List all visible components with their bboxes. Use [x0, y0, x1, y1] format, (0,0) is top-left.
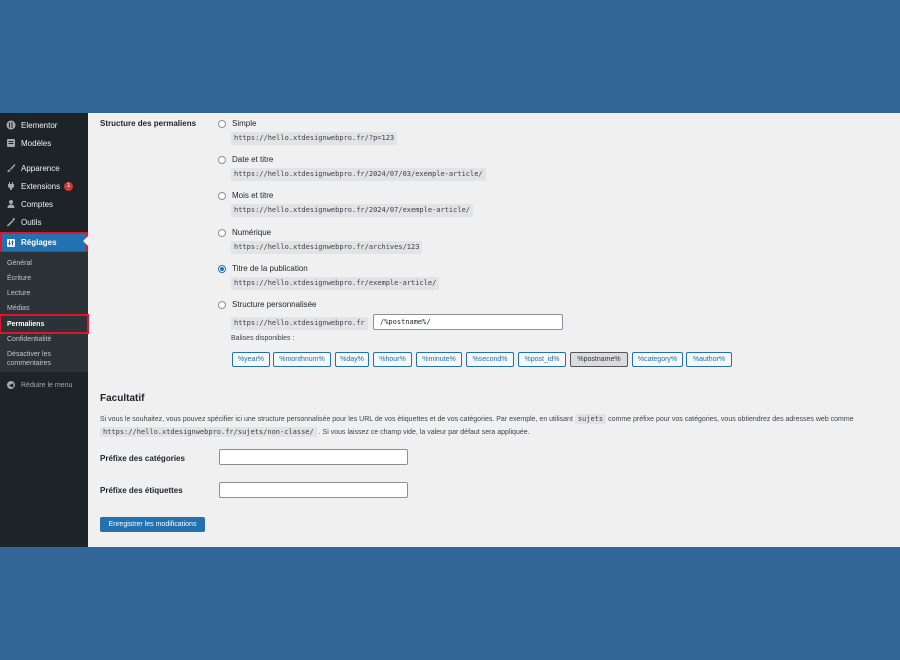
option-date-titre[interactable]: Date et titre [218, 155, 273, 164]
plugin-icon [6, 181, 16, 191]
custom-structure-input[interactable]: /%postname%/ [373, 314, 563, 330]
submenu-item-general[interactable]: Général [0, 259, 88, 268]
collapse-menu-button[interactable]: ◀ Réduire le menu [0, 378, 88, 392]
option-numerique[interactable]: Numérique [218, 228, 271, 237]
radio-date-titre[interactable] [218, 155, 226, 164]
optional-description: Si vous le souhaitez, vous pouvez spécif… [100, 413, 900, 439]
sidebar-item-elementor[interactable]: Elementor [0, 116, 88, 134]
sidebar-item-outils[interactable]: Outils [0, 213, 88, 231]
settings-submenu: Général Écriture Lecture Médias Permalie… [0, 252, 89, 372]
brush-icon [6, 163, 16, 173]
tag-button-minute[interactable]: %minute% [416, 352, 462, 367]
sidebar-item-label: Outils [21, 217, 42, 227]
update-count-badge: 1 [64, 181, 74, 191]
sidebar-item-comptes[interactable]: Comptes [0, 195, 88, 213]
settings-icon [6, 238, 16, 248]
description-text: . Si vous laissez ce champ vide, la vale… [318, 429, 530, 436]
sidebar-item-label: Apparence [21, 163, 60, 173]
option-label: Numérique [232, 228, 272, 237]
description-code: https://hello.xtdesignwebpro.fr/sujets/n… [100, 427, 317, 437]
collapse-arrow-icon: ◀ [7, 381, 15, 389]
example-url: https://hello.xtdesignwebpro.fr/?p=123 [231, 132, 398, 145]
example-url: https://hello.xtdesignwebpro.fr/exemple-… [231, 277, 440, 290]
submenu-item-medias[interactable]: Médias [0, 304, 88, 313]
description-text: Si vous le souhaitez, vous pouvez spécif… [100, 416, 573, 423]
collapse-menu-label: Réduire le menu [21, 381, 73, 389]
option-label: Date et titre [232, 155, 274, 164]
sidebar-item-reglages[interactable]: Réglages [0, 232, 88, 253]
sidebar-item-label: Elementor [21, 120, 58, 130]
sidebar-item-label: Comptes [21, 199, 54, 209]
sidebar-item-apparence[interactable]: Apparence [0, 159, 88, 177]
submenu-item-permaliens[interactable]: Permaliens [0, 314, 89, 334]
tag-button-year[interactable]: %year% [232, 352, 270, 367]
sidebar-item-label: Réglages [21, 238, 57, 247]
tag-prefix-input[interactable] [219, 482, 408, 498]
available-tags-label: Balises disponibles : [231, 335, 295, 342]
radio-titre-publication[interactable] [218, 264, 226, 273]
example-url: https://hello.xtdesignwebpro.fr/2024/07/… [231, 204, 474, 217]
save-changes-button[interactable]: Enregistrer les modifications [100, 517, 205, 532]
radio-numerique[interactable] [218, 228, 226, 237]
option-label: Titre de la publication [232, 264, 308, 273]
option-structure-personnalisee[interactable]: Structure personnalisée [218, 300, 317, 309]
option-label: Simple [232, 119, 257, 128]
settings-main: Structure des permaliens Simple https://… [88, 113, 900, 547]
permalink-structure-heading: Structure des permaliens [100, 119, 197, 128]
submenu-item-ecriture[interactable]: Écriture [0, 274, 88, 283]
templates-icon [6, 138, 16, 148]
tag-button-postname[interactable]: %postname% [570, 352, 628, 367]
tag-button-second[interactable]: %second% [466, 352, 514, 367]
radio-simple[interactable] [218, 119, 226, 128]
custom-structure-prefix: https://hello.xtdesignwebpro.fr [231, 317, 368, 330]
user-icon [6, 199, 16, 209]
sidebar-item-label: Modèles [21, 138, 52, 148]
tag-button-post-id[interactable]: %post_id% [518, 352, 566, 367]
example-url: https://hello.xtdesignwebpro.fr/archives… [231, 241, 423, 254]
wrench-icon [6, 217, 16, 227]
radio-mois-titre[interactable] [218, 191, 226, 200]
category-prefix-label: Préfixe des catégories [100, 454, 185, 463]
tag-button-day[interactable]: %day% [335, 352, 369, 367]
tag-button-hour[interactable]: %hour% [373, 352, 412, 367]
description-code: sujets [574, 414, 607, 424]
option-mois-titre[interactable]: Mois et titre [218, 191, 273, 200]
sidebar-item-label: Extensions [21, 181, 61, 191]
elementor-icon [6, 120, 16, 130]
category-prefix-input[interactable] [219, 449, 408, 465]
tag-button-author[interactable]: %author% [686, 352, 732, 367]
tag-prefix-label: Préfixe des étiquettes [100, 486, 183, 495]
description-text: comme préfixe pour vos catégories, vous … [608, 416, 854, 423]
option-simple[interactable]: Simple [218, 119, 256, 128]
example-url: https://hello.xtdesignwebpro.fr/2024/07/… [231, 168, 486, 181]
radio-structure-personnalisee[interactable] [218, 300, 226, 309]
option-label: Mois et titre [232, 191, 274, 200]
sidebar-item-extensions[interactable]: Extensions 1 [0, 177, 88, 195]
submenu-item-confidentialite[interactable]: Confidentialité [0, 335, 88, 344]
submenu-item-desactiver-commentaires[interactable]: Désactiver les commentaires [0, 350, 70, 368]
tag-button-monthnum[interactable]: %monthnum% [273, 352, 331, 367]
admin-sidebar: Elementor Modèles Apparence Extensions 1 [0, 113, 89, 547]
option-label: Structure personnalisée [232, 300, 317, 309]
tag-button-category[interactable]: %category% [632, 352, 683, 367]
submenu-item-lecture[interactable]: Lecture [0, 289, 88, 298]
sidebar-item-modeles[interactable]: Modèles [0, 134, 88, 152]
optional-heading: Facultatif [100, 393, 145, 404]
option-titre-publication[interactable]: Titre de la publication [218, 264, 308, 273]
admin-screenshot: Elementor Modèles Apparence Extensions 1 [0, 113, 900, 547]
